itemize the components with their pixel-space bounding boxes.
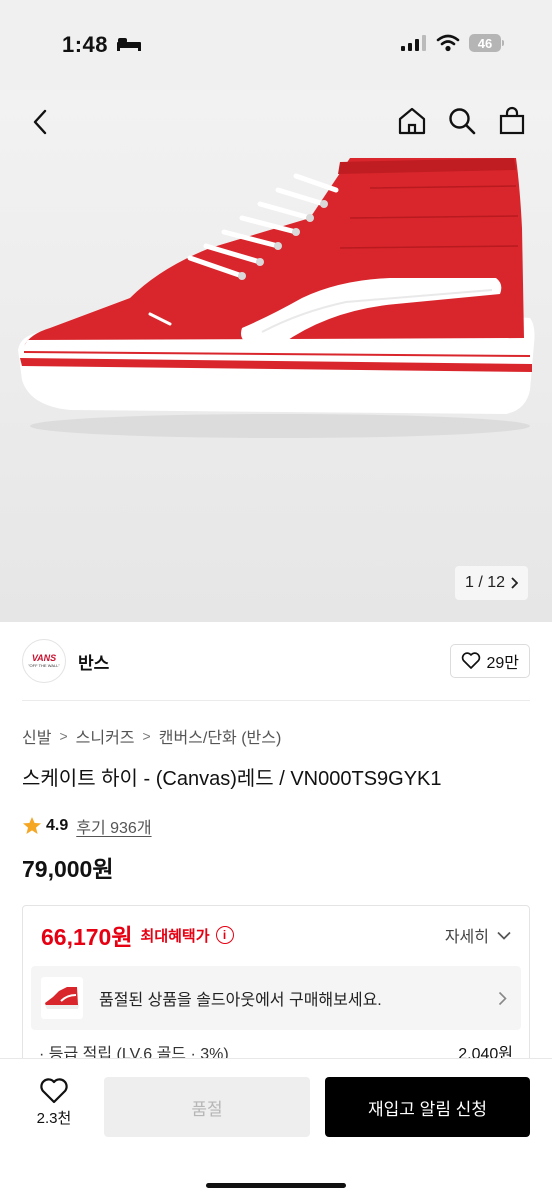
brand-logo[interactable]: VANS "OFF THE WALL"	[22, 639, 66, 683]
star-icon	[23, 817, 41, 834]
breadcrumb: 신발 > 스니커즈 > 캔버스/단화 (반스)	[22, 724, 281, 748]
home-button[interactable]	[394, 102, 430, 140]
product-price: 79,000원	[22, 856, 114, 882]
top-nav-actions	[394, 102, 530, 140]
gallery-counter-text: 1 / 12	[464, 574, 505, 591]
wifi-icon	[436, 34, 460, 52]
heart-icon	[462, 652, 481, 669]
search-button[interactable]	[444, 102, 480, 140]
max-benefit-price: 66,170원	[41, 924, 133, 950]
home-icon	[398, 107, 426, 135]
status-bar: 1:48 46	[0, 0, 552, 90]
battery-indicator: 46	[469, 34, 504, 52]
brand-row: VANS "OFF THE WALL" 반스 29만	[22, 636, 530, 686]
soldout-thumbnail	[41, 977, 83, 1019]
signal-icon	[401, 35, 426, 51]
soldout-button[interactable]: 품절	[104, 1077, 310, 1137]
back-icon	[33, 109, 47, 135]
soldout-message: 품절된 상품을 솔드아웃에서 구매해보세요.	[99, 992, 382, 1009]
benefit-detail-toggle[interactable]: 자세히	[445, 923, 511, 947]
brand-like-count: 29만	[486, 655, 519, 672]
chevron-right-icon	[498, 991, 507, 1005]
battery-level: 46	[477, 35, 493, 51]
shopping-bag-icon	[499, 106, 525, 135]
wishlist-button[interactable]: 2.3천	[22, 1077, 86, 1128]
breadcrumb-separator: >	[59, 728, 68, 744]
status-time: 1:48	[62, 32, 109, 57]
rating-row: 4.9 후기 936개	[22, 814, 152, 838]
max-benefit-label: 최대혜택가	[140, 927, 210, 945]
wishlist-count: 2.3천	[36, 1110, 72, 1127]
product-image	[18, 158, 535, 438]
benefit-detail-label: 자세히	[444, 929, 489, 946]
brand-like-button[interactable]: 29만	[450, 644, 530, 678]
benefit-header: 66,170원 최대혜택가 i 자세히	[23, 906, 529, 964]
heart-icon	[40, 1078, 68, 1104]
divider	[22, 700, 530, 701]
status-icons: 46	[401, 34, 504, 52]
cart-button[interactable]	[494, 102, 530, 140]
review-link[interactable]: 후기 936개	[76, 814, 151, 838]
breadcrumb-separator: >	[142, 728, 151, 744]
info-icon[interactable]: i	[215, 926, 234, 944]
home-indicator	[206, 1183, 346, 1188]
brand-logo-text: VANS	[31, 653, 57, 663]
product-gallery[interactable]: 1 / 12	[0, 90, 552, 622]
search-icon	[449, 108, 476, 135]
benefit-box: 66,170원 최대혜택가 i 자세히 품절된 상품을 솔드아웃에서 구매해보세…	[22, 905, 530, 1075]
brand-name[interactable]: 반스	[78, 649, 109, 674]
breadcrumb-item[interactable]: 스니커즈	[76, 724, 135, 748]
chevron-right-icon	[511, 577, 518, 589]
breadcrumb-item[interactable]: 신발	[22, 724, 51, 748]
restock-alert-button[interactable]: 재입고 알림 신청	[325, 1077, 530, 1137]
bed-icon	[117, 38, 141, 51]
bottom-action-bar: 2.3천 품절 재입고 알림 신청	[0, 1058, 552, 1200]
product-title: 스케이트 하이 - (Canvas)레드 / VN000TS9GYK1	[22, 768, 442, 790]
rating-value: 4.9	[46, 817, 69, 834]
chevron-down-icon	[497, 931, 511, 940]
back-button[interactable]	[22, 104, 58, 140]
gallery-page-counter[interactable]: 1 / 12	[454, 566, 528, 600]
brand-logo-tagline: "OFF THE WALL"	[28, 663, 60, 668]
breadcrumb-item[interactable]: 캔버스/단화 (반스)	[159, 724, 282, 748]
soldout-banner[interactable]: 품절된 상품을 솔드아웃에서 구매해보세요.	[31, 966, 521, 1030]
